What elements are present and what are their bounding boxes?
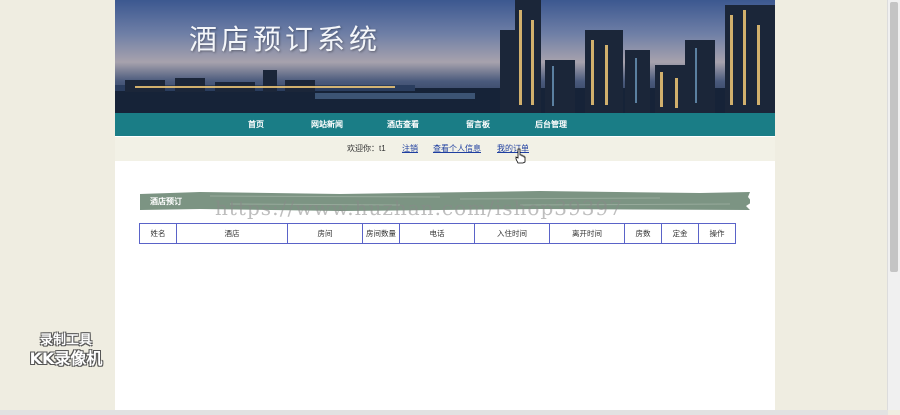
hand-cursor-icon [515, 148, 526, 164]
scroll-thumb[interactable] [890, 2, 898, 272]
table-header-row: 姓名 酒店 房间 房间数量 电话 入住时间 离开时间 房数 定金 操作 [139, 223, 736, 244]
vertical-scrollbar[interactable] [887, 0, 900, 410]
nav-item-news[interactable]: 网站新闻 [311, 119, 343, 130]
nav-item-home[interactable]: 首页 [248, 119, 264, 130]
kk-recorder-badge: 录制工具 KK录像机 [18, 333, 114, 369]
horizontal-scrollbar[interactable] [0, 410, 888, 415]
col-room-count: 房间数量 [362, 223, 400, 244]
badge-line1: 录制工具 [39, 333, 92, 348]
nav-item-hotels[interactable]: 酒店查看 [387, 119, 419, 130]
col-hotel: 酒店 [176, 223, 288, 244]
col-checkin: 入住时间 [474, 223, 550, 244]
site-title: 酒店预订系统 [189, 23, 382, 56]
section-title: 酒店预订 [150, 197, 182, 206]
orders-table: 姓名 酒店 房间 房间数量 电话 入住时间 离开时间 房数 定金 操作 [139, 223, 736, 244]
nav-item-messages[interactable]: 留言板 [466, 119, 490, 130]
col-nights: 房数 [624, 223, 662, 244]
nav-item-admin[interactable]: 后台管理 [535, 119, 567, 130]
logout-link[interactable]: 注销 [402, 143, 418, 154]
col-name: 姓名 [139, 223, 177, 244]
col-actions: 操作 [698, 223, 736, 244]
col-deposit: 定金 [661, 223, 699, 244]
col-checkout: 离开时间 [549, 223, 625, 244]
watermark-text: https://www.huzhan.com/ishop39397 [215, 196, 623, 220]
welcome-bar: 欢迎你：t1 注销 查看个人信息 我的订单 [115, 137, 775, 164]
welcome-text: 欢迎你：t1 [347, 144, 386, 153]
profile-link[interactable]: 查看个人信息 [433, 143, 481, 154]
header-banner: 酒店预订系统 [115, 0, 775, 113]
badge-line2: KK录像机 [29, 349, 103, 368]
col-phone: 电话 [399, 223, 475, 244]
col-room: 房间 [287, 223, 363, 244]
main-nav: 首页 网站新闻 酒店查看 留言板 后台管理 [115, 113, 775, 136]
